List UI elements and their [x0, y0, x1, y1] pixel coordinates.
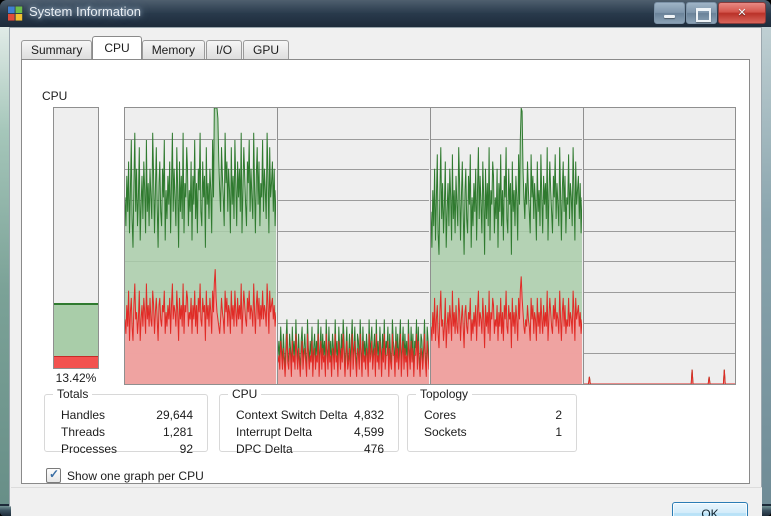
row-value: 4,832	[353, 408, 384, 422]
totals-group: Totals Handles 29,644 Threads 1,281 Proc…	[44, 387, 208, 456]
tab-io[interactable]: I/O	[206, 40, 243, 59]
table-row: Processes 92	[45, 441, 207, 458]
cpu-group-label: CPU	[39, 89, 71, 103]
tab-strip: Summary CPU Memory I/O GPU	[21, 36, 290, 59]
graph-cpu-2[interactable]	[583, 107, 736, 385]
dialog-footer: OK	[11, 487, 762, 516]
table-row: Threads 1,281	[45, 424, 207, 441]
cpu-history-graphs	[124, 107, 736, 385]
row-key: Threads	[61, 425, 106, 439]
graph-cpu-0[interactable]	[277, 107, 430, 385]
maximize-button[interactable]	[686, 2, 717, 24]
row-value: 4,599	[353, 425, 384, 439]
row-key: Context Switch Delta	[236, 408, 348, 422]
cpu-stats-rows: Context Switch Delta 4,832 Interrupt Del…	[220, 407, 398, 458]
ok-button[interactable]: OK	[672, 502, 748, 516]
cpu-usage-percent-label: 13.42%	[55, 371, 97, 385]
tab-summary[interactable]: Summary	[21, 40, 93, 59]
window-frame-right-edge	[762, 26, 771, 504]
dialog-client-area: Summary CPU Memory I/O GPU CPU 13.42% To…	[9, 27, 762, 516]
table-row: Sockets 1	[408, 424, 576, 441]
show-one-graph-per-cpu-row[interactable]: ✓ Show one graph per CPU	[46, 468, 204, 483]
row-value: 29,644	[156, 408, 193, 422]
graph-cpu-1[interactable]	[430, 107, 583, 385]
cpu-usage-gauge	[53, 107, 99, 369]
row-value: 476	[363, 442, 384, 456]
row-key: DPC Delta	[236, 442, 293, 456]
table-row: Handles 29,644	[45, 407, 207, 424]
window-controls: ✕	[653, 2, 766, 24]
close-icon: ✕	[737, 7, 747, 19]
row-key: Processes	[61, 442, 118, 456]
row-key: Sockets	[424, 425, 467, 439]
window-frame-left-edge	[0, 26, 9, 504]
row-value: 92	[179, 442, 193, 456]
topology-group-title: Topology	[416, 387, 473, 401]
cpu-stats-group-title: CPU	[228, 387, 262, 401]
row-key: Handles	[61, 408, 106, 422]
topology-group: Topology Cores 2 Sockets 1	[407, 387, 577, 452]
row-key: Interrupt Delta	[236, 425, 313, 439]
show-one-graph-per-cpu-label: Show one graph per CPU	[67, 468, 204, 483]
totals-group-title: Totals	[53, 387, 93, 401]
system-information-window: System Information ✕ Summary CPU Memory …	[0, 0, 771, 516]
tab-cpu[interactable]: CPU	[92, 36, 142, 59]
minimize-icon	[664, 15, 675, 18]
windows-logo-icon	[7, 5, 24, 22]
table-row: Interrupt Delta 4,599	[220, 424, 398, 441]
minimize-button[interactable]	[654, 2, 685, 24]
close-button[interactable]: ✕	[718, 2, 766, 24]
row-value: 1,281	[162, 425, 193, 439]
topology-rows: Cores 2 Sockets 1	[408, 407, 576, 441]
tab-memory[interactable]: Memory	[141, 40, 206, 59]
title-bar[interactable]: System Information ✕	[0, 0, 771, 27]
cpu-stats-group: CPU Context Switch Delta 4,832 Interrupt…	[219, 387, 399, 456]
table-row: Context Switch Delta 4,832	[220, 407, 398, 424]
checkmark-icon: ✓	[49, 467, 60, 481]
table-row: DPC Delta 476	[220, 441, 398, 458]
row-value: 2	[555, 408, 562, 422]
cpu-gauge-kernel-fill	[54, 355, 98, 368]
window-title: System Information	[29, 4, 141, 19]
graph-all-cpus[interactable]	[124, 107, 277, 385]
row-key: Cores	[424, 408, 457, 422]
table-row: Cores 2	[408, 407, 576, 424]
show-one-graph-per-cpu-checkbox[interactable]: ✓	[46, 468, 61, 483]
maximize-icon	[696, 8, 711, 22]
totals-rows: Handles 29,644 Threads 1,281 Processes 9…	[45, 407, 207, 458]
row-value: 1	[555, 425, 562, 439]
tab-gpu[interactable]: GPU	[243, 40, 290, 59]
